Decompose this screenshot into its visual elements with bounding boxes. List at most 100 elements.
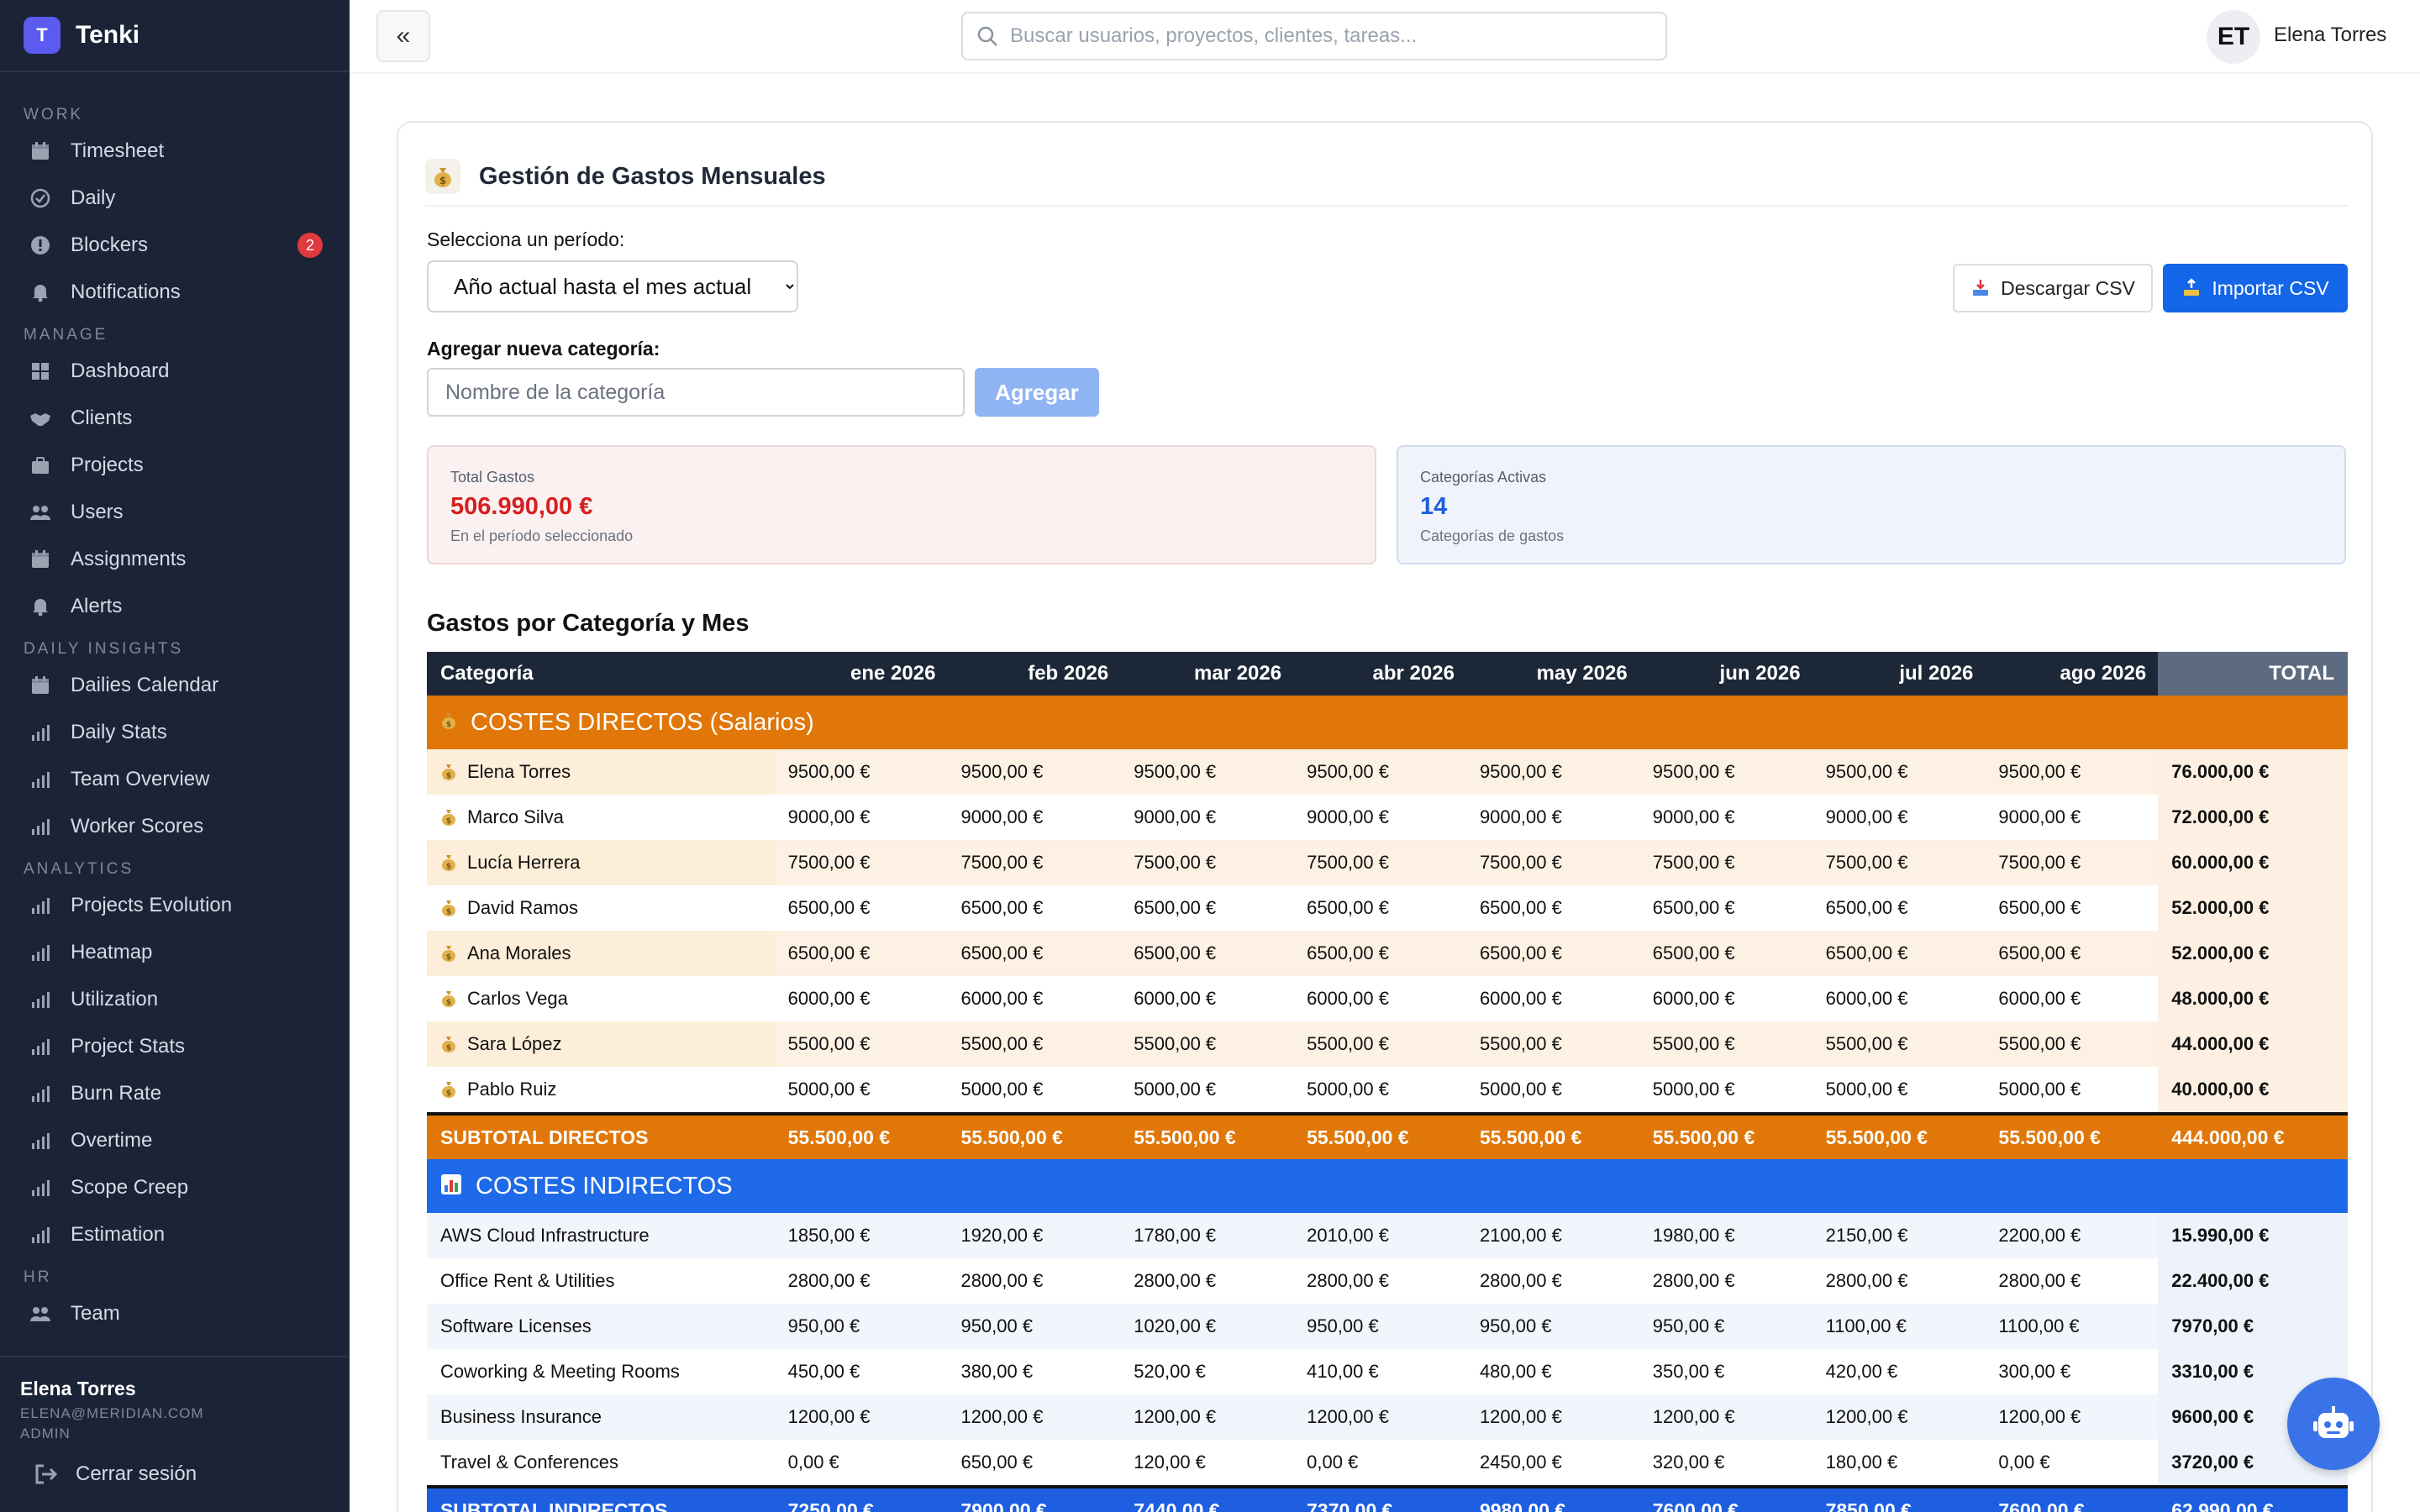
month-value: 1200,00 €	[1825, 1406, 1908, 1427]
row-total: 76.000,00 €	[2158, 749, 2349, 795]
month-value: 5000,00 €	[787, 1079, 871, 1100]
row-category: Travel & Conferences	[427, 1440, 775, 1485]
row-category-name: Marco Silva	[467, 806, 564, 827]
avatar[interactable]: ET	[2207, 10, 2260, 64]
table-row[interactable]: $ Carlos Vega 6000,00 € 6000,00 € 6000,00 € 6…	[427, 976, 2349, 1021]
sidebar-item-daily[interactable]: Daily	[0, 175, 350, 222]
sidebar-nav: WORK Timesheet Daily Blockers 2 Notifications…	[0, 72, 350, 1337]
month-value: 5500,00 €	[1652, 1033, 1735, 1054]
table-row[interactable]: $ Ana Morales 6500,00 € 6500,00 € 6500,00 € 6…	[427, 931, 2349, 976]
row-total: 44.000,00 €	[2158, 1021, 2349, 1067]
sidebar-item-dashboard[interactable]: Dashboard	[0, 348, 350, 395]
sidebar-item-label: Blockers	[71, 234, 149, 256]
sidebar-item-assignments[interactable]: Assignments	[0, 536, 350, 583]
month-value: 6500,00 €	[1652, 942, 1735, 963]
table-row[interactable]: Coworking & Meeting Rooms 450,00 € 380,00 …	[427, 1349, 2349, 1394]
sidebar-item-alerts[interactable]: Alerts	[0, 583, 350, 630]
import-csv-button[interactable]: Importar CSV	[2163, 264, 2348, 312]
month-value: 2200,00 €	[1998, 1225, 2081, 1246]
row-category: $ Ana Morales	[427, 931, 775, 976]
sidebar-item-heatmap[interactable]: Heatmap	[0, 929, 350, 976]
users-icon	[29, 1302, 52, 1326]
row-category-name: Elena Torres	[467, 761, 571, 782]
header-category: Categoría	[440, 662, 534, 685]
subtotal-value: 7900,00 €	[960, 1499, 1047, 1512]
briefcase-icon	[29, 454, 52, 477]
row-total: 48.000,00 €	[2158, 976, 2349, 1021]
subtotal-label: SUBTOTAL DIRECTOS	[440, 1126, 649, 1148]
sidebar-item-users[interactable]: Users	[0, 489, 350, 536]
svg-text:$: $	[446, 908, 451, 916]
topbar-user-name[interactable]: Elena Torres	[2274, 24, 2386, 47]
add-category-button[interactable]: Agregar	[975, 368, 1099, 417]
month-value: 9000,00 €	[1998, 806, 2081, 827]
table-row[interactable]: Business Insurance 1200,00 € 1200,00 € 1200…	[427, 1394, 2349, 1440]
sidebar-item-worker-scores[interactable]: Worker Scores	[0, 803, 350, 850]
search-bar[interactable]	[961, 12, 1667, 60]
subtotal-value: 55.500,00 €	[960, 1126, 1063, 1148]
month-value: 7500,00 €	[1134, 852, 1217, 873]
table-row[interactable]: $ Elena Torres 9500,00 € 9500,00 € 9500,00 €…	[427, 749, 2349, 795]
sidebar-item-daily-stats[interactable]: Daily Stats	[0, 709, 350, 756]
row-total: 52.000,00 €	[2158, 885, 2349, 931]
total-expenses-value: 506.990,00 €	[450, 493, 593, 520]
month-value: 2010,00 €	[1307, 1225, 1389, 1246]
download-csv-button[interactable]: Descargar CSV	[1953, 264, 2153, 312]
table-row[interactable]: Office Rent & Utilities 2800,00 € 2800,00 …	[427, 1258, 2349, 1304]
table-row[interactable]: Software Licenses 950,00 € 950,00 € 1020,00…	[427, 1304, 2349, 1349]
sidebar-item-burn-rate[interactable]: Burn Rate	[0, 1070, 350, 1117]
period-select[interactable]: Año actual hasta el mes actual	[427, 260, 798, 312]
sidebar-item-team-overview[interactable]: Team Overview	[0, 756, 350, 803]
sidebar-item-projects-evolution[interactable]: Projects Evolution	[0, 882, 350, 929]
assistant-bot-button[interactable]	[2287, 1378, 2380, 1470]
month-value: 350,00 €	[1652, 1361, 1725, 1382]
month-value: 1100,00 €	[1825, 1315, 1907, 1336]
row-category: $ David Ramos	[427, 885, 775, 931]
download-tray-icon	[1973, 280, 1989, 296]
svg-text:$: $	[446, 817, 451, 826]
month-value: 7500,00 €	[960, 852, 1044, 873]
search-input[interactable]	[1010, 24, 1649, 48]
sidebar-item-label: Team Overview	[71, 768, 210, 790]
month-value: 6500,00 €	[1652, 897, 1735, 918]
sidebar-item-utilization[interactable]: Utilization	[0, 976, 350, 1023]
row-category: $ Lucía Herrera	[427, 840, 775, 885]
table-row[interactable]: Travel & Conferences 0,00 € 650,00 € 120,00…	[427, 1440, 2349, 1485]
sidebar-item-blockers[interactable]: Blockers 2	[0, 222, 350, 269]
month-value: 2800,00 €	[1652, 1270, 1735, 1291]
month-value: 1200,00 €	[787, 1406, 871, 1427]
month-value: 7500,00 €	[1652, 852, 1735, 873]
sidebar-item-timesheet[interactable]: Timesheet	[0, 128, 350, 175]
logout-button[interactable]: Cerrar sesión	[20, 1462, 350, 1486]
sidebar-item-notifications[interactable]: Notifications	[0, 269, 350, 316]
expenses-table: Categoría ene 2026 feb 2026 mar 2026 abr 202…	[427, 652, 2349, 1512]
sidebar-item-label: Alerts	[71, 595, 123, 617]
table-row[interactable]: $ David Ramos 6500,00 € 6500,00 € 6500,00 € 6…	[427, 885, 2349, 931]
brand[interactable]: T Tenki	[0, 0, 350, 72]
table-row[interactable]: $ Marco Silva 9000,00 € 9000,00 € 9000,00 € 9…	[427, 795, 2349, 840]
row-category: Software Licenses	[427, 1304, 775, 1349]
table-row[interactable]: $ Pablo Ruiz 5000,00 € 5000,00 € 5000,00 € 50…	[427, 1067, 2349, 1112]
table-row[interactable]: $ Lucía Herrera 7500,00 € 7500,00 € 7500,00 …	[427, 840, 2349, 885]
sidebar-item-scope-creep[interactable]: Scope Creep	[0, 1164, 350, 1211]
category-name-input[interactable]	[427, 368, 965, 417]
table-row[interactable]: $ Sara López 5500,00 € 5500,00 € 5500,00 € 55…	[427, 1021, 2349, 1067]
sidebar-item-label: Estimation	[71, 1223, 166, 1246]
sidebar-item-team[interactable]: Team	[0, 1290, 350, 1337]
logout-icon	[35, 1464, 58, 1484]
month-value: 2150,00 €	[1825, 1225, 1908, 1246]
sidebar-item-estimation[interactable]: Estimation	[0, 1211, 350, 1258]
sidebar-item-dailies-calendar[interactable]: Dailies Calendar	[0, 662, 350, 709]
sidebar-item-overtime[interactable]: Overtime	[0, 1117, 350, 1164]
month-value: 6000,00 €	[1998, 988, 2081, 1009]
collapse-sidebar-button[interactable]: «	[376, 10, 430, 62]
bar-chart-icon	[29, 1035, 52, 1058]
sidebar-item-clients[interactable]: Clients	[0, 395, 350, 442]
sidebar-item-project-stats[interactable]: Project Stats	[0, 1023, 350, 1070]
money-bag-icon: $	[440, 808, 457, 827]
subtotal-value: 55.500,00 €	[1825, 1126, 1928, 1148]
table-row[interactable]: AWS Cloud Infrastructure 1850,00 € 1920,00…	[427, 1213, 2349, 1258]
sidebar-item-projects[interactable]: Projects	[0, 442, 350, 489]
header-month: feb 2026	[1028, 662, 1109, 685]
month-value: 9500,00 €	[1825, 761, 1908, 782]
